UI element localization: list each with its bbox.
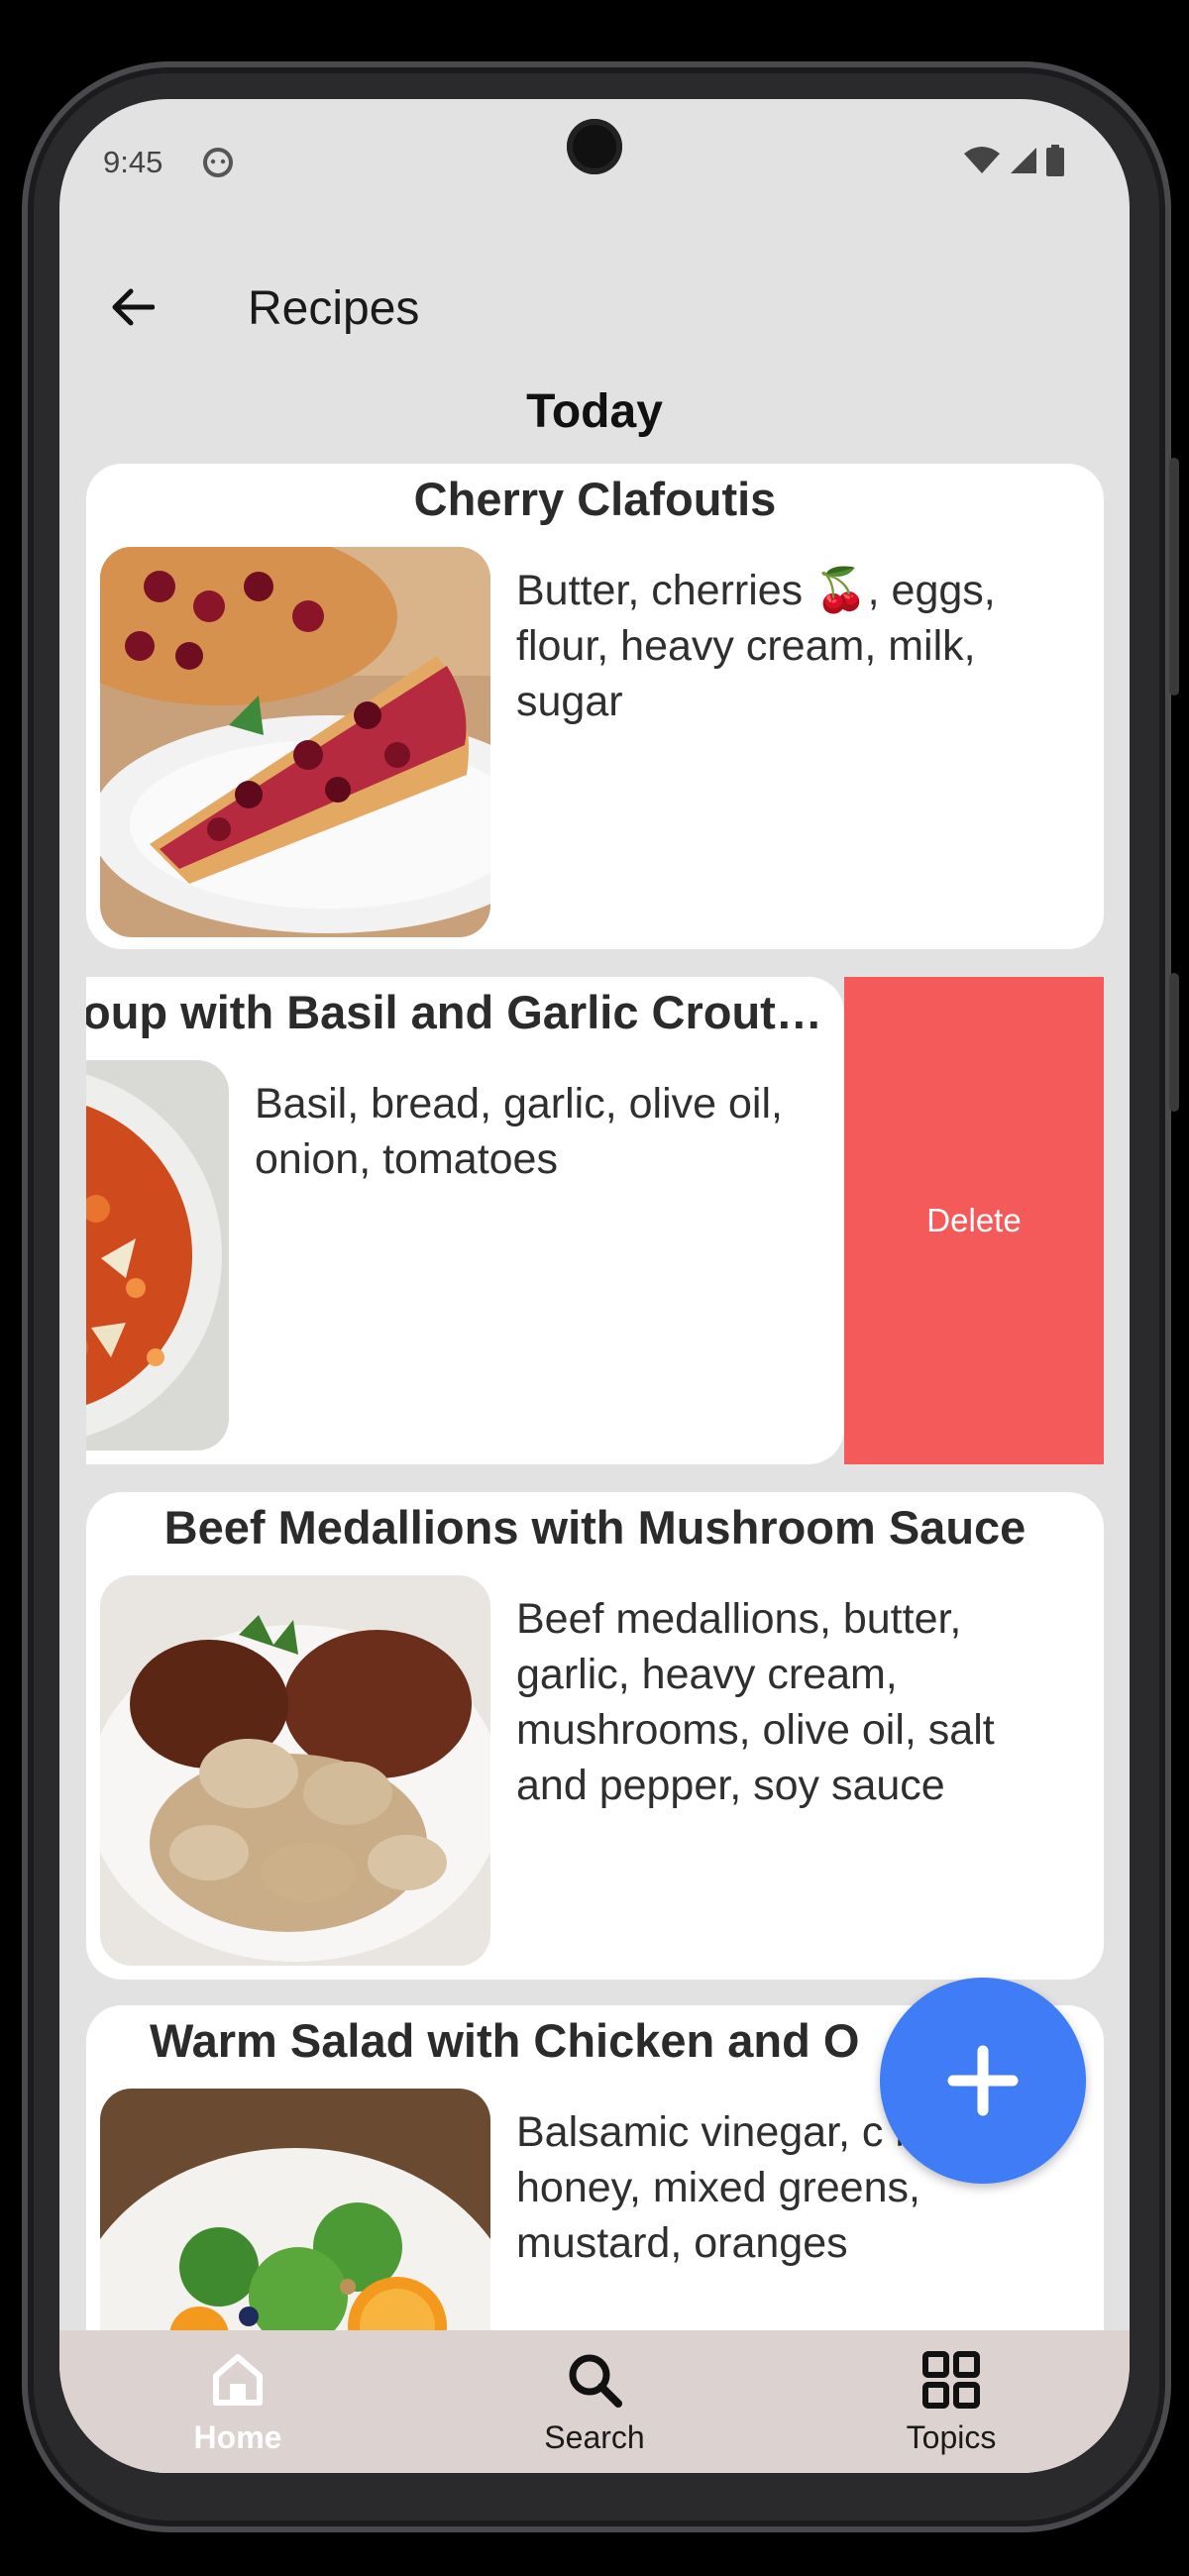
power-button	[1169, 973, 1179, 1112]
recipe-image-cherry-clafoutis	[100, 547, 490, 937]
grid-icon	[919, 2348, 983, 2412]
search-icon	[563, 2348, 626, 2412]
app-bar: Recipes	[59, 268, 1130, 347]
nav-label-topics: Topics	[906, 2419, 997, 2455]
nav-label-search: Search	[544, 2419, 645, 2455]
add-recipe-button[interactable]	[880, 1978, 1086, 2184]
recipe-title: oup with Basil and Garlic Crout…	[86, 986, 822, 1038]
recipe-ingredients: Beef medallions, butter, garlic, heavy c…	[516, 1595, 995, 1809]
recipe-title: Beef Medallions with Mushroom Sauce	[163, 1501, 1027, 1554]
nav-item-topics[interactable]: Topics	[773, 2330, 1130, 2473]
nav-item-home[interactable]: Home	[59, 2330, 416, 2473]
nav-item-search[interactable]: Search	[416, 2330, 773, 2473]
bottom-navigation: Home Search Topics	[59, 2330, 1130, 2473]
back-button[interactable]	[103, 277, 162, 337]
recipe-title: Cherry Clafoutis	[413, 473, 777, 525]
recipe-card[interactable]: Beef Medallions with Mushroom Sauce Beef…	[86, 1492, 1104, 1980]
home-icon	[206, 2348, 270, 2412]
status-time: 9:45	[103, 145, 163, 179]
signal-icon	[1011, 148, 1036, 173]
volume-button	[1169, 458, 1179, 696]
status-icons	[963, 145, 1064, 176]
delete-label: Delete	[926, 1202, 1022, 1238]
recipe-card-body[interactable]: oup with Basil and Garlic Crout… Basil, …	[86, 977, 844, 1464]
screen: 9:45 Recipes Today Cherry Clafoutis Butt…	[59, 99, 1130, 2473]
recipe-card-swiped[interactable]: oup with Basil and Garlic Crout… Basil, …	[86, 977, 1104, 1464]
front-camera	[567, 119, 622, 174]
delete-button[interactable]: Delete	[844, 977, 1104, 1464]
arrow-back-icon	[112, 288, 155, 326]
battery-icon	[1046, 145, 1064, 176]
page-title: Recipes	[248, 282, 420, 335]
nav-label-home: Home	[193, 2419, 282, 2455]
recipe-ingredients: Basil, bread, garlic, olive oil, onion, …	[255, 1080, 783, 1183]
recipe-ingredients: Butter, cherries 🍒, eggs, flour, heavy c…	[516, 567, 996, 725]
section-title-today: Today	[526, 385, 663, 438]
plus-icon	[947, 2045, 1019, 2116]
wifi-icon	[964, 147, 1000, 173]
recipe-image-beef-medallions	[100, 1575, 490, 1966]
recipe-card[interactable]: Cherry Clafoutis Butter, cherries 🍒, egg…	[86, 464, 1104, 949]
face-unlock-icon	[202, 147, 234, 183]
recipe-image-tomato-soup	[86, 1060, 229, 1450]
